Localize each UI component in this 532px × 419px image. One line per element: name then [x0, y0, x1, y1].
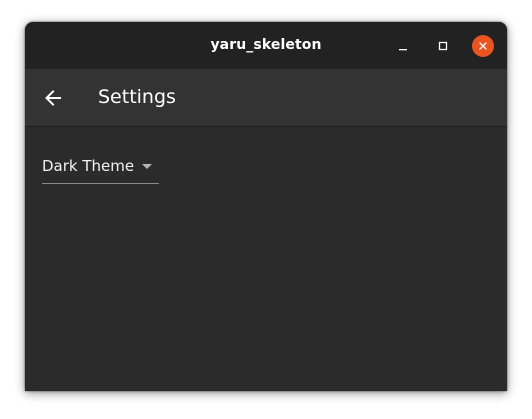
title-bar[interactable]: yaru_skeleton — [25, 22, 507, 69]
maximize-button[interactable] — [432, 35, 454, 57]
theme-dropdown[interactable]: Dark Theme — [42, 152, 159, 184]
page-title: Settings — [98, 86, 176, 108]
minimize-icon — [399, 49, 407, 51]
arrow-left-icon — [45, 90, 61, 106]
caret-down-icon — [142, 164, 152, 169]
close-icon — [479, 42, 487, 50]
maximize-icon — [438, 41, 448, 51]
back-button[interactable] — [39, 85, 67, 111]
app-bar: Settings — [25, 69, 507, 127]
app-window: yaru_skeleton Settings Dark Theme — [25, 22, 507, 391]
theme-dropdown-value: Dark Theme — [42, 157, 135, 175]
minimize-button[interactable] — [392, 35, 414, 57]
close-button[interactable] — [472, 35, 494, 57]
